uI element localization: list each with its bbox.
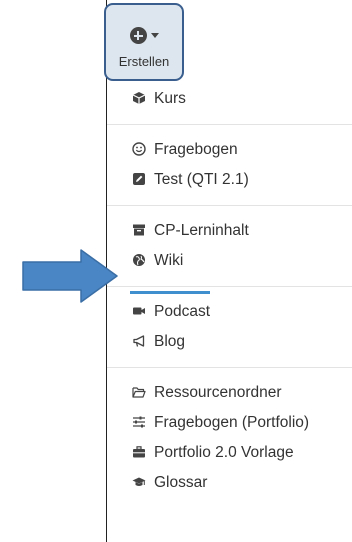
archive-icon — [133, 224, 145, 236]
menu-item-ressourcenordner[interactable]: Ressourcenordner — [107, 378, 352, 408]
menu-item-label: CP-Lerninhalt — [154, 222, 249, 239]
menu-item-kurs[interactable]: Kurs — [107, 84, 352, 114]
menu-item-blog[interactable]: Blog — [107, 327, 352, 357]
menu-item-label: Fragebogen — [154, 141, 238, 158]
menu-item-label: Kurs — [154, 90, 186, 107]
menu-item-fragebogen-portfolio[interactable]: Fragebogen (Portfolio) — [107, 408, 352, 438]
sliders-icon — [133, 416, 145, 428]
graduation-cap-icon — [132, 477, 146, 486]
menu-item-podcast[interactable]: Podcast — [107, 297, 352, 327]
menu-item-portfolio-vorlage[interactable]: Portfolio 2.0 Vorlage — [107, 438, 352, 468]
menu-item-label: Ressourcenordner — [154, 384, 282, 401]
cube-icon — [132, 92, 146, 104]
folder-open-icon — [132, 387, 146, 398]
caret-down-icon — [150, 33, 159, 39]
divider — [107, 367, 352, 368]
divider — [107, 286, 352, 287]
menu-item-label: Podcast — [154, 303, 211, 320]
menu-item-test-qti[interactable]: Test (QTI 2.1) — [107, 165, 352, 195]
menu-item-label: Glossar — [154, 474, 208, 491]
create-button-icons — [106, 27, 182, 49]
menu-item-fragebogen[interactable]: Fragebogen — [107, 135, 352, 165]
menu-item-cp-lerninhalt[interactable]: CP-Lerninhalt — [107, 216, 352, 246]
divider — [107, 205, 352, 206]
screen: Erstellen Kurs Fragebogen Test (QTI 2.1)… — [0, 0, 352, 542]
globe-icon — [133, 254, 145, 266]
plus-circle-icon — [129, 27, 147, 45]
smiley-icon — [132, 142, 146, 156]
video-camera-icon — [133, 307, 145, 315]
menu-item-label: Test (QTI 2.1) — [154, 171, 249, 188]
divider — [107, 124, 352, 125]
menu-item-label: Wiki — [154, 252, 184, 269]
bullhorn-icon — [133, 335, 145, 347]
create-button[interactable]: Erstellen — [104, 3, 184, 81]
menu-item-label: Portfolio 2.0 Vorlage — [154, 444, 294, 461]
menu-item-glossar[interactable]: Glossar — [107, 468, 352, 498]
menu-item-wiki[interactable]: Wiki — [107, 246, 352, 276]
wiki-highlight-underline — [130, 291, 210, 294]
menu-item-label: Fragebogen (Portfolio) — [154, 414, 310, 431]
briefcase-icon — [133, 446, 145, 458]
arrow-right-icon — [22, 249, 118, 303]
pencil-square-icon — [133, 173, 145, 185]
create-button-label: Erstellen — [118, 54, 170, 69]
menu-item-label: Blog — [154, 333, 186, 350]
